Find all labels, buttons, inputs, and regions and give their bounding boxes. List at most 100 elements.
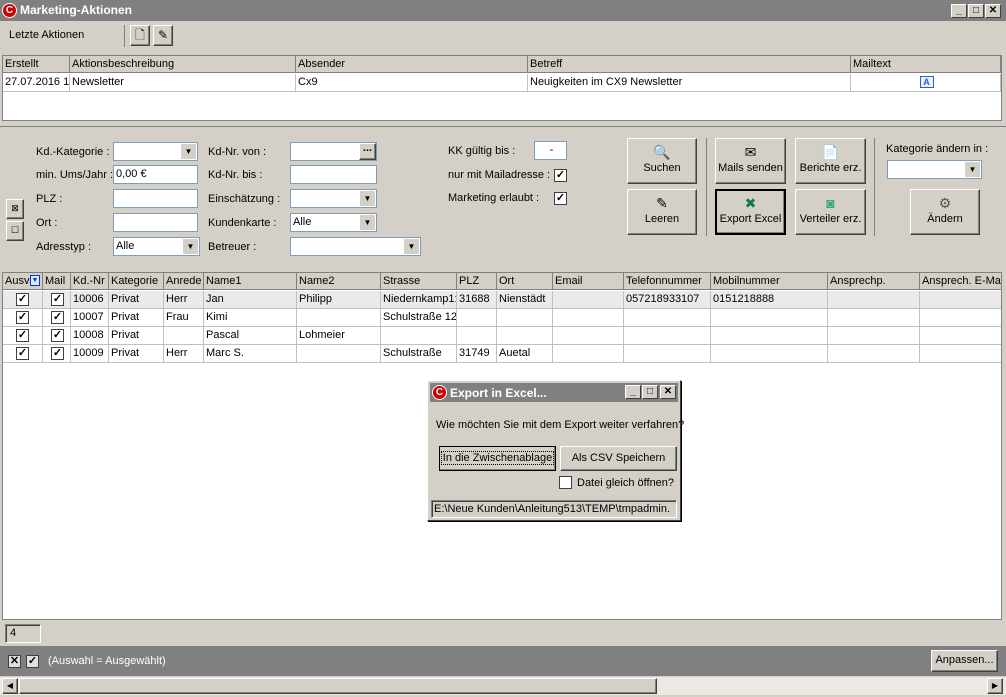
chevron-down-icon: ▼: [360, 191, 375, 206]
cell-tel: 057218933107: [624, 291, 711, 309]
verteiler-button[interactable]: ◙ Verteiler erz.: [795, 189, 866, 235]
kdnr-bis-input[interactable]: [290, 165, 377, 184]
suchen-button[interactable]: 🔍 Suchen: [627, 138, 697, 184]
selected-checkbox[interactable]: ✓: [16, 293, 29, 306]
col-header-ansprechp-email[interactable]: Ansprech. E-Ma: [920, 273, 1001, 290]
kk-gueltig-label: KK gültig bis :: [448, 145, 516, 157]
selected-checkbox[interactable]: ✓: [16, 329, 29, 342]
betreuer-select[interactable]: ▼: [290, 237, 421, 256]
col-header-mailtext[interactable]: Mailtext: [851, 56, 1001, 73]
berichte-button[interactable]: 📄 Berichte erz.: [795, 138, 866, 184]
filter-icon[interactable]: ▼: [30, 275, 40, 286]
col-header-aktionsbeschreibung[interactable]: Aktionsbeschreibung: [70, 56, 296, 73]
dialog-minimize-button[interactable]: _: [625, 385, 641, 399]
einschaetzung-select[interactable]: ▼: [290, 189, 377, 208]
view-toggle-button-2[interactable]: ☐: [6, 221, 24, 241]
kd-kategorie-select[interactable]: ▼: [113, 142, 198, 161]
cell-mobil: [711, 309, 828, 327]
col-header-name1[interactable]: Name1: [204, 273, 297, 290]
cell-ausv: ✓: [3, 291, 43, 309]
min-ums-label: min. Ums/Jahr :: [36, 169, 114, 181]
chevron-down-icon: ▼: [360, 215, 375, 230]
cell-ort: Nienstädt: [497, 291, 553, 309]
col-header-erstellt[interactable]: Erstellt: [3, 56, 70, 73]
col-header-mail[interactable]: Mail: [43, 273, 71, 290]
anpassen-button[interactable]: Anpassen...: [931, 650, 998, 672]
cell-name2: [297, 309, 381, 327]
maximize-button[interactable]: □: [968, 4, 984, 18]
cell-anrede: Herr: [164, 345, 204, 363]
cell-ausv: ✓: [3, 309, 43, 327]
cell-erstellt: 27.07.2016 1: [3, 74, 70, 92]
kundenkarte-value: Alle: [293, 216, 312, 228]
mailtext-icon[interactable]: A: [919, 76, 934, 88]
col-header-kategorie[interactable]: Kategorie: [109, 273, 164, 290]
leeren-button[interactable]: ✎ Leeren: [627, 189, 697, 235]
minimize-button[interactable]: _: [951, 4, 967, 18]
kdnr-von-input[interactable]: ...: [290, 142, 377, 161]
scroll-left-arrow-icon[interactable]: ◀: [2, 678, 18, 694]
col-header-email[interactable]: Email: [553, 273, 624, 290]
nur-mail-checkbox[interactable]: ✓: [554, 169, 567, 182]
kundenkarte-select[interactable]: Alle ▼: [290, 213, 377, 232]
distribution-icon: ◙: [826, 195, 835, 211]
adresstyp-select[interactable]: Alle ▼: [113, 237, 200, 256]
kk-gueltig-input[interactable]: -: [534, 141, 567, 160]
col-header-mobilnummer[interactable]: Mobilnummer: [711, 273, 828, 290]
edit-action-button[interactable]: ✎: [153, 25, 173, 46]
dialog-maximize-button[interactable]: □: [642, 385, 658, 399]
col-header-plz[interactable]: PLZ: [457, 273, 497, 290]
plz-input[interactable]: [113, 189, 198, 208]
kategorie-aendern-label: Kategorie ändern in :: [886, 143, 989, 155]
close-button[interactable]: ✕: [985, 4, 1001, 18]
gears-icon: ⚙: [938, 195, 952, 211]
mails-senden-label: Mails senden: [718, 162, 783, 174]
col-header-anrede[interactable]: Anrede: [164, 273, 204, 290]
selected-checkbox[interactable]: ✓: [16, 311, 29, 324]
scroll-thumb[interactable]: [19, 678, 657, 694]
dialog-close-button[interactable]: ✕: [660, 385, 676, 399]
new-document-button[interactable]: 🗋: [130, 25, 150, 46]
cell-strasse: Niedernkamp1:: [381, 291, 457, 309]
mail-checkbox[interactable]: ✓: [51, 329, 64, 342]
col-header-ansprechp[interactable]: Ansprechp.: [828, 273, 920, 290]
mail-checkbox[interactable]: ✓: [51, 347, 64, 360]
marketing-checkbox[interactable]: ✓: [554, 192, 567, 205]
browse-button[interactable]: ...: [359, 143, 376, 160]
selected-checkbox[interactable]: ✓: [16, 347, 29, 360]
scroll-right-arrow-icon[interactable]: ▶: [987, 678, 1003, 694]
min-ums-input[interactable]: 0,00 €: [113, 165, 198, 184]
col-header-ausv[interactable]: Ausv ▼: [3, 273, 43, 290]
mail-checkbox[interactable]: ✓: [51, 311, 64, 324]
col-header-absender[interactable]: Absender: [296, 56, 528, 73]
col-header-strasse[interactable]: Strasse: [381, 273, 457, 290]
nur-mail-label: nur mit Mailadresse :: [448, 169, 551, 181]
open-file-checkbox[interactable]: [559, 476, 572, 489]
cell-kdnr: 10008: [71, 327, 109, 345]
col-header-betreff[interactable]: Betreff: [528, 56, 851, 73]
cell-strasse: Schulstraße 12: [381, 309, 457, 327]
col-header-telefonnummer[interactable]: Telefonnummer: [624, 273, 711, 290]
export-excel-button[interactable]: ✖ Export Excel: [715, 189, 786, 235]
col-header-name2[interactable]: Name2: [297, 273, 381, 290]
mail-checkbox[interactable]: ✓: [51, 293, 64, 306]
csv-button[interactable]: Als CSV Speichern: [560, 446, 677, 471]
cell-ort: [497, 309, 553, 327]
horizontal-scrollbar[interactable]: ◀ ▶: [0, 677, 1006, 695]
mails-senden-button[interactable]: ✉ Mails senden: [715, 138, 786, 184]
col-header-ort[interactable]: Ort: [497, 273, 553, 290]
toolbar: Letzte Aktionen 🗋 ✎: [0, 21, 1006, 53]
cell-tel: [624, 309, 711, 327]
select-all-checkbox[interactable]: ✓: [26, 655, 39, 668]
ort-input[interactable]: [113, 213, 198, 232]
kategorie-aendern-select[interactable]: ▼: [887, 160, 982, 179]
deselect-all-checkbox[interactable]: ✕: [8, 655, 21, 668]
clipboard-button[interactable]: In die Zwischenablage: [439, 446, 556, 471]
view-toggle-button-1[interactable]: ⊠: [6, 199, 24, 219]
cell-kategorie: Privat: [109, 309, 164, 327]
cell-kdnr: 10006: [71, 291, 109, 309]
col-header-kdnr[interactable]: Kd.-Nr: [71, 273, 109, 290]
aendern-button[interactable]: ⚙ Ändern: [910, 189, 980, 235]
kdnr-bis-label: Kd-Nr. bis :: [208, 169, 263, 181]
cell-empty: [828, 327, 920, 345]
